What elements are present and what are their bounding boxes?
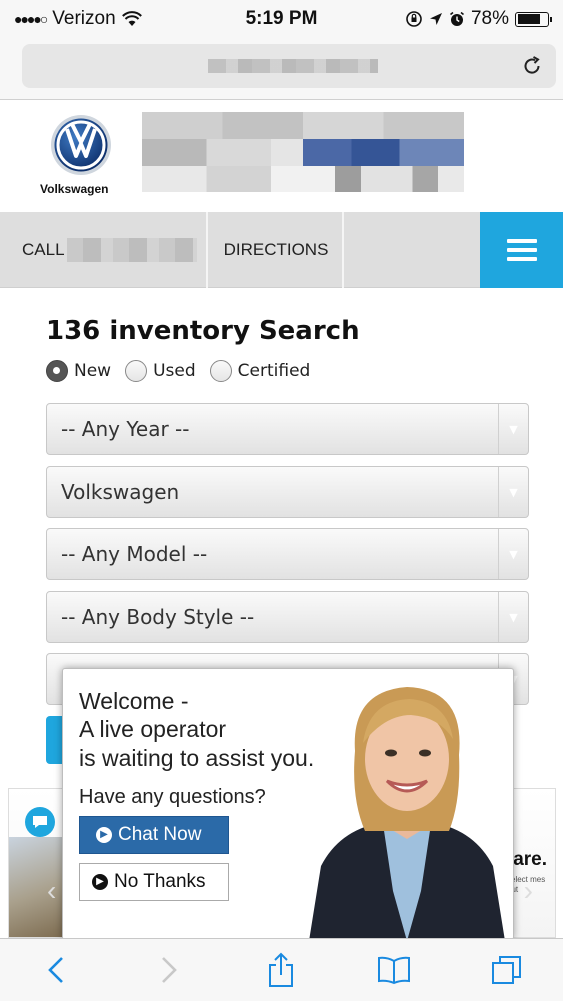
make-select-value: Volkswagen	[61, 480, 180, 504]
body-style-select[interactable]: -- Any Body Style -- ▼	[46, 591, 529, 643]
tabs-icon[interactable]	[487, 950, 527, 990]
dealer-name-redacted	[142, 112, 464, 192]
status-bar: ●●●●○ Verizon 5:19 PM 78%	[0, 0, 563, 38]
directions-label: DIRECTIONS	[223, 240, 329, 259]
status-left: ●●●●○ Verizon	[14, 8, 142, 30]
chat-question: Have any questions?	[79, 786, 266, 808]
make-select[interactable]: Volkswagen ▼	[46, 466, 529, 518]
chevron-down-icon: ▼	[498, 592, 528, 642]
url-bar[interactable]	[22, 44, 556, 88]
location-icon	[429, 13, 442, 25]
url-text-redacted	[208, 59, 378, 73]
chat-now-button[interactable]: ▶ Chat Now	[79, 816, 229, 854]
browser-toolbar	[0, 938, 563, 1001]
forward-icon[interactable]	[149, 950, 189, 990]
chevron-down-icon: ▼	[498, 404, 528, 454]
chat-bubble-icon[interactable]	[25, 807, 55, 837]
search-title: 136 inventory Search	[46, 316, 360, 346]
no-thanks-button[interactable]: ▶ No Thanks	[79, 863, 229, 901]
body-style-select-value: -- Any Body Style --	[61, 605, 255, 629]
chevron-down-icon: ▼	[498, 467, 528, 517]
condition-radio-group: New Used Certified	[46, 360, 318, 382]
arrow-right-icon: ▶	[96, 827, 112, 843]
chevron-right-icon[interactable]: ›	[524, 875, 533, 907]
battery-percent: 78%	[470, 8, 509, 29]
model-select[interactable]: -- Any Model -- ▼	[46, 528, 529, 580]
promo-text: are.	[513, 849, 547, 870]
radio-used-label: Used	[153, 361, 196, 381]
wifi-icon	[121, 11, 142, 26]
hamburger-icon	[506, 239, 537, 261]
chevron-left-icon[interactable]: ‹	[47, 875, 56, 907]
orientation-lock-icon	[406, 11, 422, 27]
chat-operator-line: A live operator	[79, 716, 227, 742]
reload-icon[interactable]	[520, 54, 544, 78]
model-select-value: -- Any Model --	[61, 542, 208, 566]
battery-icon	[515, 11, 552, 27]
year-select-value: -- Any Year --	[61, 417, 190, 441]
browser-address-area	[0, 38, 563, 100]
call-button[interactable]: CALL	[0, 212, 208, 288]
status-right: 78%	[405, 8, 552, 30]
radio-new[interactable]	[46, 360, 68, 382]
chevron-down-icon: ▼	[498, 529, 528, 579]
chat-now-label: Chat Now	[118, 824, 202, 845]
radio-certified[interactable]	[209, 360, 232, 382]
radio-new-label: New	[74, 361, 112, 381]
menu-button[interactable]	[480, 212, 563, 288]
bookmarks-icon[interactable]	[374, 950, 414, 990]
operator-photo	[309, 687, 505, 939]
radio-used[interactable]	[125, 360, 148, 382]
alarm-icon	[449, 11, 464, 26]
nav-bar: CALL DIRECTIONS	[0, 212, 563, 288]
year-select[interactable]: -- Any Year -- ▼	[46, 403, 529, 455]
live-chat-popup: Welcome - A live operator is waiting to …	[62, 668, 514, 940]
signal-strength: ●●●●○	[14, 11, 48, 27]
chat-assist-line: is waiting to assist you.	[79, 745, 315, 771]
back-icon[interactable]	[36, 950, 76, 990]
directions-button[interactable]: DIRECTIONS	[210, 212, 344, 288]
phone-number-redacted	[66, 238, 197, 262]
share-icon[interactable]	[261, 950, 301, 990]
carrier-name: Verizon	[52, 8, 116, 29]
arrow-right-icon: ▶	[92, 874, 108, 890]
chat-welcome-line: Welcome -	[79, 688, 189, 714]
brand-name: Volkswagen	[40, 182, 109, 196]
volkswagen-logo-icon[interactable]	[50, 114, 112, 176]
site-header: Volkswagen	[0, 100, 563, 212]
radio-certified-label: Certified	[237, 361, 311, 381]
battery-level-fill	[517, 14, 541, 24]
no-thanks-label: No Thanks	[114, 871, 206, 892]
call-label: CALL	[22, 240, 65, 259]
